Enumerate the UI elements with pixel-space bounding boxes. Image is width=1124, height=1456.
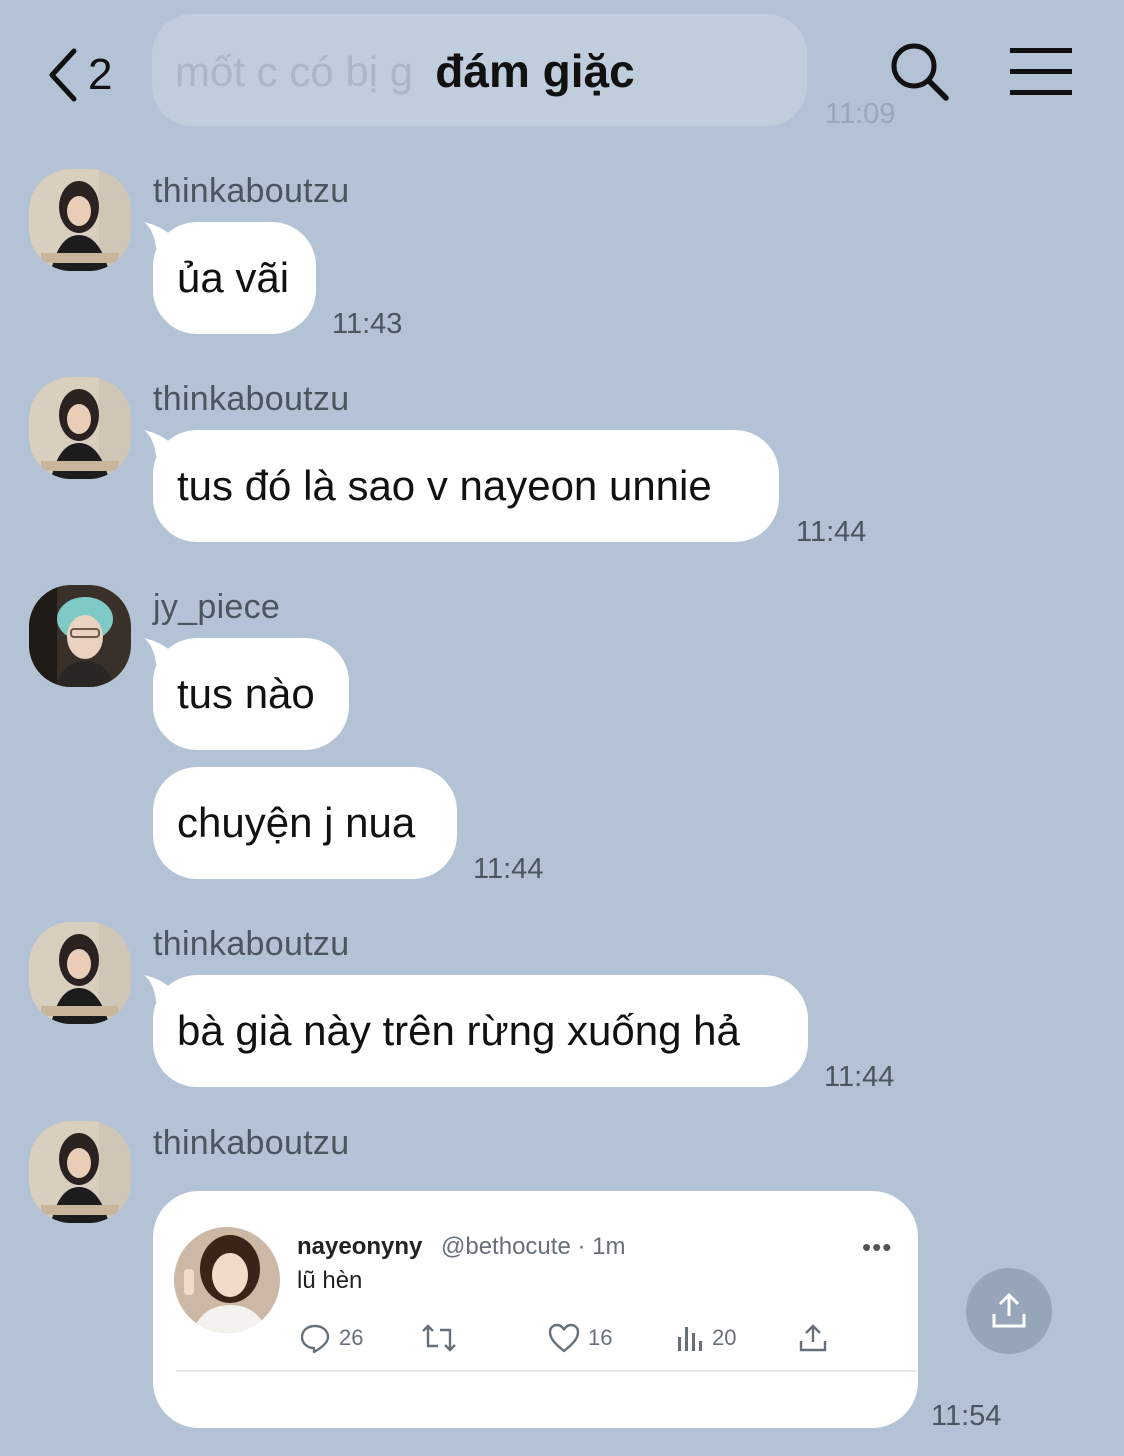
tweet-retweet-button[interactable]	[420, 1318, 458, 1358]
message-bubble[interactable]: tus nào	[153, 638, 349, 750]
unread-count: 2	[88, 50, 113, 99]
avatar-jy-piece[interactable]	[29, 585, 131, 687]
tweet-like-button[interactable]: 16	[548, 1318, 612, 1358]
search-icon	[891, 43, 949, 101]
message-bubble[interactable]: bà già này trên rừng xuống hả	[153, 975, 808, 1087]
message-bubble[interactable]: tus đó là sao v nayeon unnie	[153, 430, 779, 542]
chat-title: đám giặc	[435, 45, 635, 97]
message-username: jy_piece	[153, 588, 281, 626]
tweet-views-button[interactable]: 20	[676, 1318, 736, 1358]
tweet-avatar[interactable]	[174, 1227, 280, 1333]
menu-button[interactable]	[1008, 46, 1074, 98]
more-options-icon[interactable]: •••	[862, 1232, 892, 1263]
message-bubble[interactable]: chuyện j nua	[153, 767, 457, 879]
tweet-author-name[interactable]: nayeonyny	[297, 1233, 422, 1261]
heart-icon	[548, 1323, 580, 1353]
avatar-thinkaboutzu[interactable]	[29, 922, 131, 1024]
message-time: 11:44	[824, 1061, 895, 1093]
previous-message-time: 11:09	[825, 98, 896, 130]
message-username: thinkaboutzu	[153, 380, 350, 418]
share-icon	[992, 1293, 1026, 1328]
tweet-text: lũ hèn	[297, 1267, 363, 1294]
message-bubble[interactable]: ủa vãi	[153, 222, 316, 334]
avatar-thinkaboutzu[interactable]	[29, 169, 131, 271]
message-username: thinkaboutzu	[153, 925, 350, 963]
search-button[interactable]	[888, 40, 952, 104]
share-button[interactable]	[966, 1268, 1052, 1354]
tweet-divider	[176, 1370, 916, 1372]
avatar-thinkaboutzu[interactable]	[29, 377, 131, 479]
avatar-thinkaboutzu[interactable]	[29, 1121, 131, 1223]
reply-count: 26	[339, 1325, 364, 1350]
tweet-reply-button[interactable]: 26	[299, 1318, 363, 1358]
message-username: thinkaboutzu	[153, 1124, 350, 1162]
message-time: 11:43	[332, 308, 403, 340]
message-time: 11:44	[473, 853, 544, 885]
tweet-handle-time: @bethocute · 1m	[441, 1233, 626, 1260]
reply-icon	[300, 1324, 330, 1354]
message-username: thinkaboutzu	[153, 172, 350, 210]
chevron-left-icon	[49, 48, 77, 102]
views-icon	[678, 1327, 702, 1351]
message-time: 11:54	[931, 1400, 1002, 1432]
like-count: 16	[588, 1325, 613, 1350]
share-icon	[799, 1324, 827, 1352]
views-count: 20	[712, 1325, 737, 1350]
back-button[interactable]: 2	[46, 45, 112, 105]
retweet-icon	[422, 1324, 456, 1352]
tweet-share-button[interactable]	[798, 1318, 828, 1358]
chat-header: mốt c có bị g 11:09 2 đám giặc	[0, 0, 1124, 150]
hamburger-menu-icon	[1010, 48, 1072, 95]
message-time: 11:44	[796, 516, 867, 548]
